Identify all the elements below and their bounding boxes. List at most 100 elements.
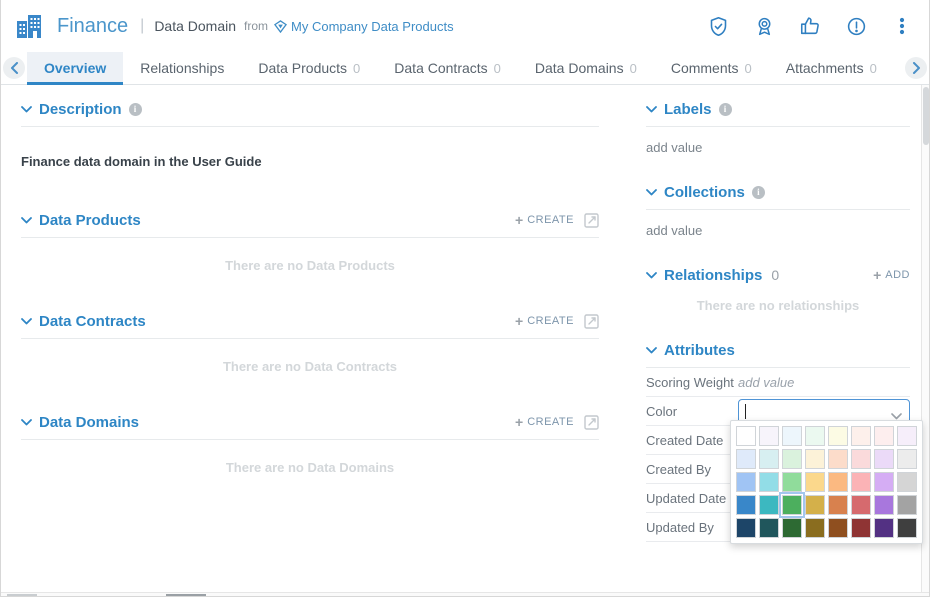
section-title: Description <box>39 101 122 118</box>
tab-count: 0 <box>870 61 877 76</box>
color-swatch[interactable] <box>736 426 756 446</box>
color-swatch[interactable] <box>851 449 871 469</box>
add-label-value[interactable]: add value <box>646 140 910 155</box>
tab-label: Overview <box>44 60 106 76</box>
add-collection-value[interactable]: add value <box>646 223 910 238</box>
color-swatch[interactable] <box>828 449 848 469</box>
tab-data-products[interactable]: Data Products 0 <box>241 52 377 84</box>
color-swatch[interactable] <box>897 518 917 538</box>
color-swatch[interactable] <box>736 518 756 538</box>
open-editor-icon[interactable] <box>584 415 599 430</box>
add-attribute-value[interactable]: add value <box>738 375 794 390</box>
divider <box>21 439 599 440</box>
chevron-down-icon[interactable] <box>21 318 32 325</box>
section-collections: Collections i add value <box>646 182 910 238</box>
open-editor-icon[interactable] <box>584 314 599 329</box>
chevron-down-icon[interactable] <box>646 106 657 113</box>
color-swatch[interactable] <box>851 472 871 492</box>
info-icon[interactable]: i <box>719 103 732 116</box>
award-ribbon-icon[interactable] <box>753 15 775 37</box>
chevron-down-icon[interactable] <box>21 106 32 113</box>
chevron-down-icon[interactable] <box>21 217 32 224</box>
create-data-domain-button[interactable]: + CREATE <box>515 414 574 430</box>
create-data-contract-button[interactable]: + CREATE <box>515 313 574 329</box>
tab-data-contracts[interactable]: Data Contracts0 <box>377 52 518 84</box>
kebab-menu-icon[interactable] <box>891 15 913 37</box>
section-description: Description i Finance data domain in the… <box>21 99 599 169</box>
section-relationships: Relationships 0 + ADD There are no relat… <box>646 265 910 313</box>
color-swatch[interactable] <box>897 495 917 515</box>
empty-state-text: There are no Data Domains <box>21 460 599 475</box>
chevron-down-icon[interactable] <box>21 419 32 426</box>
tab-count: 0 <box>494 61 501 76</box>
color-swatch[interactable] <box>805 472 825 492</box>
alert-circle-icon[interactable] <box>845 15 867 37</box>
tabs-scroll-right-button[interactable] <box>903 52 929 84</box>
color-swatch[interactable] <box>851 495 871 515</box>
color-swatch[interactable] <box>759 472 779 492</box>
color-swatch[interactable] <box>782 426 802 446</box>
horizontal-scrollbar[interactable] <box>1 592 929 596</box>
color-swatch[interactable] <box>828 472 848 492</box>
color-swatch[interactable] <box>874 472 894 492</box>
tab-attachments[interactable]: Attachments0 <box>769 52 894 84</box>
info-icon[interactable]: i <box>752 186 765 199</box>
color-swatch[interactable] <box>897 426 917 446</box>
color-swatch[interactable] <box>874 518 894 538</box>
color-swatch[interactable] <box>828 495 848 515</box>
color-swatch[interactable] <box>759 449 779 469</box>
color-swatch[interactable] <box>759 426 779 446</box>
tab-comments[interactable]: Comments0 <box>654 52 769 84</box>
color-swatch[interactable] <box>782 472 802 492</box>
text-caret <box>745 404 746 419</box>
color-swatch[interactable] <box>874 449 894 469</box>
color-swatch[interactable] <box>782 449 802 469</box>
from-label: from <box>244 19 268 33</box>
color-swatch[interactable] <box>897 449 917 469</box>
tab-data-domains[interactable]: Data Domains0 <box>518 52 654 84</box>
page-title: Finance <box>57 15 128 38</box>
vertical-scrollbar-thumb[interactable] <box>923 87 929 145</box>
shield-check-icon[interactable] <box>707 15 729 37</box>
color-swatch[interactable] <box>782 495 802 515</box>
color-swatch[interactable] <box>874 426 894 446</box>
color-swatch[interactable] <box>782 518 802 538</box>
color-swatch[interactable] <box>874 495 894 515</box>
color-swatch[interactable] <box>805 495 825 515</box>
tab-relationships[interactable]: Relationships <box>123 52 241 84</box>
color-swatch[interactable] <box>897 472 917 492</box>
tab-label: Data Products <box>258 60 347 76</box>
color-swatch[interactable] <box>759 495 779 515</box>
chevron-down-icon[interactable] <box>646 189 657 196</box>
color-swatch[interactable] <box>805 449 825 469</box>
color-swatch[interactable] <box>851 518 871 538</box>
color-swatch[interactable] <box>736 472 756 492</box>
tab-count: 0 <box>353 61 360 76</box>
org-link[interactable]: My Company Data Products <box>291 19 454 34</box>
tab-label: Data Domains <box>535 60 624 76</box>
tabs-scroll-left-button[interactable] <box>1 52 27 84</box>
building-logo-icon <box>15 12 43 40</box>
create-data-product-button[interactable]: + CREATE <box>515 212 574 228</box>
color-swatch[interactable] <box>828 518 848 538</box>
color-swatch[interactable] <box>759 518 779 538</box>
color-swatch[interactable] <box>851 426 871 446</box>
thumbs-up-icon[interactable] <box>799 15 821 37</box>
section-data-products: Data Products + CREATE Th <box>21 210 599 273</box>
color-swatch[interactable] <box>736 449 756 469</box>
left-column: Description i Finance data domain in the… <box>21 99 599 513</box>
title-separator: | <box>140 17 144 35</box>
divider <box>646 126 910 127</box>
chevron-down-icon[interactable] <box>646 347 657 354</box>
add-relationship-button[interactable]: + ADD <box>873 267 910 283</box>
color-swatch[interactable] <box>805 518 825 538</box>
color-swatch[interactable] <box>805 426 825 446</box>
color-swatch[interactable] <box>736 495 756 515</box>
open-editor-icon[interactable] <box>584 213 599 228</box>
plus-icon: + <box>873 267 881 283</box>
tab-overview[interactable]: Overview <box>27 52 123 84</box>
color-swatch[interactable] <box>828 426 848 446</box>
attribute-label: Color <box>646 404 738 419</box>
chevron-down-icon[interactable] <box>646 272 657 279</box>
info-icon[interactable]: i <box>129 103 142 116</box>
